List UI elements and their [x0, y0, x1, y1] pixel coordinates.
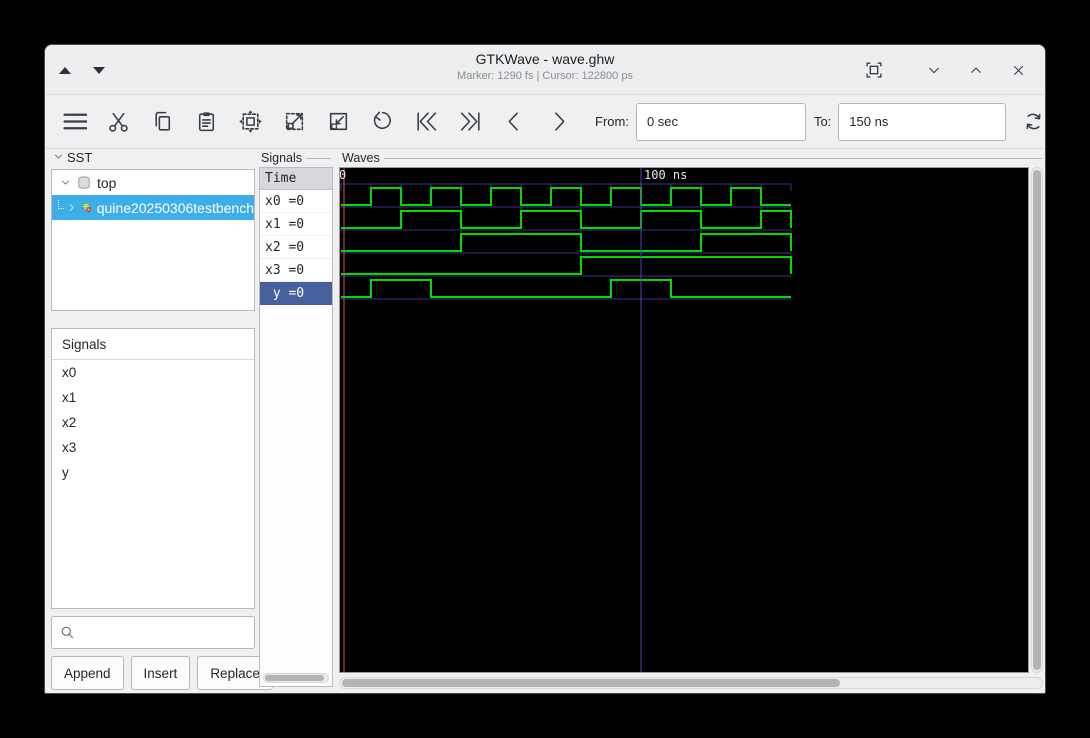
waveform-traces: 0 100 ns — [340, 168, 792, 672]
undo-icon — [373, 111, 391, 130]
zoom-in-button[interactable] — [279, 107, 309, 137]
zoom-fit-icon — [238, 110, 262, 133]
shade-up-button[interactable] — [59, 66, 71, 74]
close-button[interactable] — [1007, 59, 1029, 81]
signal-value-row-y[interactable]: y =0 — [260, 282, 332, 305]
maximize-button[interactable] — [965, 59, 987, 81]
reload-icon — [1026, 113, 1041, 130]
signal-value-row-x2[interactable]: x2 =0 — [260, 236, 332, 259]
scrollbar-thumb[interactable] — [265, 675, 324, 681]
module-icon — [82, 202, 92, 212]
search-input[interactable] — [81, 624, 254, 641]
jump-to-start-icon — [416, 112, 436, 131]
signal-value-row-x1[interactable]: x1 =0 — [260, 213, 332, 236]
facility-item-x1[interactable]: x1 — [52, 385, 254, 410]
menu-icon — [62, 113, 87, 130]
tree-connector — [58, 200, 65, 209]
facility-list: Signals x0 x1 x2 x3 y — [51, 328, 255, 609]
database-icon — [78, 175, 90, 189]
tile-icon — [866, 62, 882, 78]
chevron-down-icon[interactable] — [60, 175, 71, 191]
waveform-canvas[interactable]: 0 100 ns — [339, 167, 1029, 673]
from-label: From: — [595, 114, 629, 129]
facility-list-header: Signals — [52, 329, 254, 360]
search-icon — [61, 626, 74, 639]
reload-button[interactable] — [1018, 107, 1045, 137]
paste-icon — [198, 112, 214, 132]
insert-button[interactable]: Insert — [130, 656, 191, 690]
time-header[interactable]: Time — [260, 168, 332, 190]
menu-button[interactable] — [59, 107, 89, 137]
waves-frame-label: Waves — [342, 151, 1042, 165]
waves-hscrollbar[interactable] — [339, 677, 1043, 689]
waves-vscrollbar[interactable] — [1031, 167, 1043, 673]
step-left-button[interactable] — [499, 107, 529, 137]
toolbar: From: To: — [45, 95, 1045, 149]
scrollbar-thumb[interactable] — [1033, 170, 1041, 670]
signal-value-row-x3[interactable]: x3 =0 — [260, 259, 332, 282]
append-button[interactable]: Append — [51, 656, 124, 690]
facility-item-x2[interactable]: x2 — [52, 410, 254, 435]
scrollbar-thumb[interactable] — [342, 679, 841, 687]
facility-item-x3[interactable]: x3 — [52, 435, 254, 460]
action-buttons: Append Insert Replace — [51, 656, 273, 690]
jump-to-end-button[interactable] — [455, 107, 485, 137]
undo-button[interactable] — [367, 107, 397, 137]
copy-icon — [154, 111, 170, 131]
zoom-out-icon — [329, 112, 347, 131]
facility-item-y[interactable]: y — [52, 460, 254, 485]
chevron-left-icon — [508, 112, 518, 131]
chevron-up-icon — [971, 67, 981, 74]
signal-value-pane: Time x0 =0 x1 =0 x2 =0 x3 =0 y =0 — [259, 167, 333, 687]
to-label: To: — [813, 114, 832, 129]
chevron-right-icon — [554, 112, 564, 131]
zoom-in-icon — [285, 112, 303, 131]
signals-frame-label: Signals — [261, 151, 331, 165]
chevron-right-icon[interactable] — [66, 200, 77, 216]
signal-pane-hscrollbar[interactable] — [263, 673, 329, 683]
zoom-out-button[interactable] — [323, 107, 353, 137]
paste-button[interactable] — [191, 107, 221, 137]
tree-item-top[interactable]: top — [52, 170, 254, 195]
copy-button[interactable] — [147, 107, 177, 137]
zoom-fit-button[interactable] — [235, 107, 265, 137]
from-input[interactable] — [635, 102, 806, 141]
svg-text:100 ns: 100 ns — [644, 168, 687, 182]
chevron-down-icon — [53, 150, 64, 165]
to-input[interactable] — [838, 102, 1007, 141]
cut-button[interactable] — [103, 107, 133, 137]
tree-item-testbench[interactable]: quine20250306testbench — [52, 195, 254, 220]
titlebar[interactable]: GTKWave - wave.ghw Marker: 1290 fs | Cur… — [45, 45, 1045, 95]
svg-text:0: 0 — [340, 168, 346, 182]
signal-search[interactable] — [51, 616, 255, 649]
tree-item-label: top — [97, 174, 117, 191]
jump-to-start-button[interactable] — [411, 107, 441, 137]
chevron-down-icon — [929, 67, 939, 74]
signal-value-row-x0[interactable]: x0 =0 — [260, 190, 332, 213]
step-right-button[interactable] — [543, 107, 573, 137]
sst-tree: top quine20250306testbench — [51, 169, 255, 311]
close-icon — [1013, 65, 1023, 75]
minimize-button[interactable] — [923, 59, 945, 81]
shade-down-button[interactable] — [93, 66, 105, 74]
tile-window-button[interactable] — [863, 59, 885, 81]
tree-item-label: quine20250306testbench — [96, 199, 254, 216]
sst-expander[interactable]: SST — [53, 150, 92, 165]
gtkwave-window: GTKWave - wave.ghw Marker: 1290 fs | Cur… — [44, 44, 1046, 694]
scissors-icon — [108, 112, 128, 132]
jump-to-end-icon — [460, 112, 480, 131]
facility-item-x0[interactable]: x0 — [52, 360, 254, 385]
sst-header-label: SST — [67, 150, 93, 165]
